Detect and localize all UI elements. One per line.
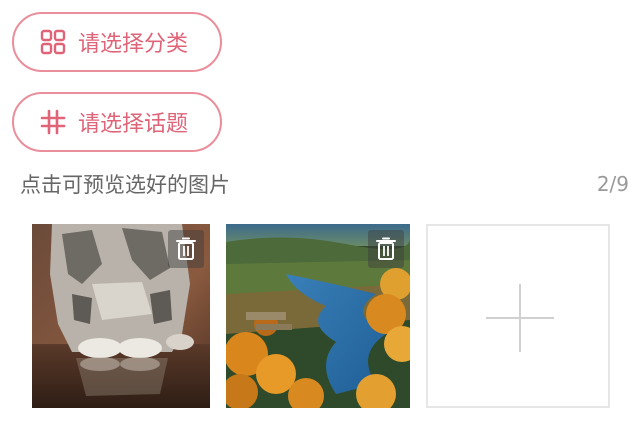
select-topic-label: 请选择话题 bbox=[78, 112, 189, 137]
image-hint-row: 点击可预览选好的图片 2/9 bbox=[20, 168, 633, 200]
image-count: 2/9 bbox=[596, 172, 629, 196]
trash-icon bbox=[176, 237, 196, 260]
image-thumbnail-landscape[interactable] bbox=[226, 224, 410, 408]
image-thumbnail-cat[interactable] bbox=[32, 224, 210, 408]
delete-image-button[interactable] bbox=[168, 230, 204, 268]
delete-image-button[interactable] bbox=[368, 230, 404, 268]
hash-icon bbox=[40, 109, 66, 135]
publish-page: 请选择分类 请选择话题 点击可预览选好的图片 2/9 bbox=[0, 0, 643, 429]
select-category-label: 请选择分类 bbox=[78, 32, 189, 57]
select-topic-button[interactable]: 请选择话题 bbox=[12, 92, 222, 152]
add-image-button[interactable] bbox=[426, 224, 610, 408]
grid-icon bbox=[40, 29, 66, 55]
trash-icon bbox=[376, 237, 396, 260]
plus-icon bbox=[486, 284, 554, 352]
select-category-button[interactable]: 请选择分类 bbox=[12, 12, 222, 72]
preview-hint-text: 点击可预览选好的图片 bbox=[20, 173, 230, 197]
